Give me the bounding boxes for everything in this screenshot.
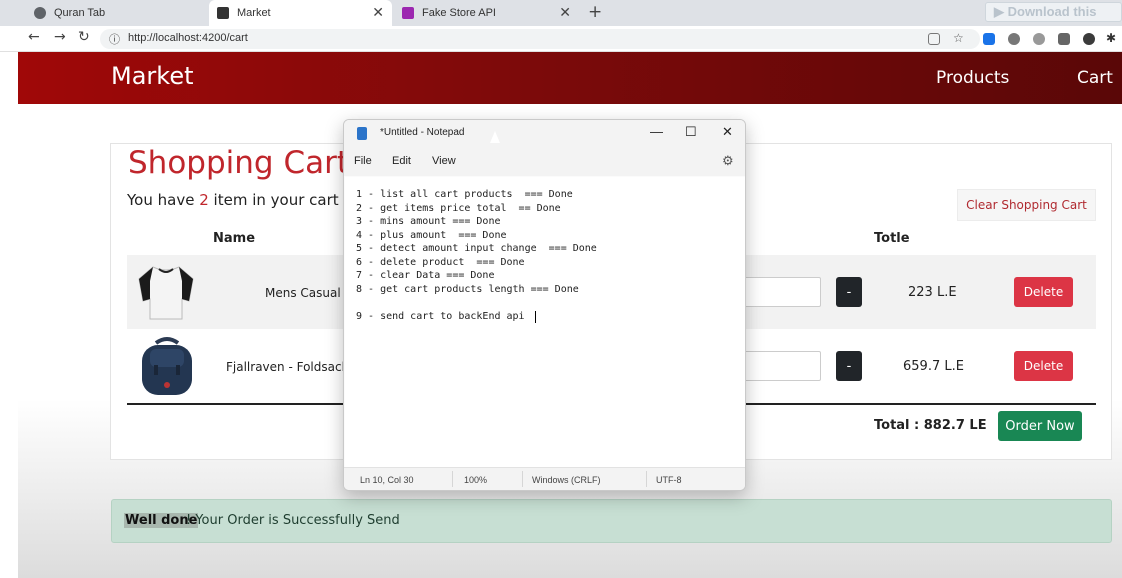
fakestore-icon bbox=[402, 7, 414, 19]
notepad-window[interactable]: *Untitled - Notepad — ☐ ✕ File Edit View… bbox=[343, 119, 746, 491]
bookmark-star-icon[interactable]: ☆ bbox=[953, 31, 965, 45]
tab-title: Fake Store API bbox=[422, 7, 496, 19]
text-line: 4 - plus amount === Done bbox=[356, 230, 507, 241]
window-title: *Untitled - Notepad bbox=[380, 127, 465, 138]
close-icon[interactable]: ✕ bbox=[372, 4, 384, 21]
tab-title: Quran Tab bbox=[54, 7, 106, 19]
text-line: 7 - clear Data === Done bbox=[356, 270, 495, 281]
extension-icon[interactable] bbox=[1033, 33, 1045, 45]
nav-link-products[interactable]: Products bbox=[936, 68, 1009, 88]
summary-prefix: You have bbox=[127, 191, 195, 209]
item-total: 659.7 L.E bbox=[903, 359, 964, 374]
forward-button[interactable]: → bbox=[54, 29, 66, 45]
page-title: Shopping Cart bbox=[128, 145, 349, 181]
maximize-icon[interactable]: ☐ bbox=[685, 124, 697, 140]
clear-cart-button[interactable]: Clear Shopping Cart bbox=[957, 189, 1096, 221]
notepad-text-area[interactable]: 1 - list all cart products === Done 2 - … bbox=[345, 177, 745, 467]
quantity-input[interactable] bbox=[737, 351, 821, 381]
navbar: Market Products Cart bbox=[18, 52, 1122, 104]
globe-icon bbox=[34, 7, 46, 19]
text-line: 3 - mins amount === Done bbox=[356, 216, 501, 227]
delete-button[interactable]: Delete bbox=[1014, 351, 1073, 381]
menu-edit[interactable]: Edit bbox=[392, 155, 411, 167]
text-line: 5 - detect amount input change === Done bbox=[356, 243, 597, 254]
download-extension-button[interactable]: ▶ Download this bbox=[985, 2, 1122, 22]
status-separator bbox=[452, 471, 453, 487]
notepad-icon bbox=[357, 127, 367, 140]
summary-suffix: item in your cart bbox=[213, 191, 339, 209]
cursor-position: Ln 10, Col 30 bbox=[360, 475, 414, 485]
encoding: UTF-8 bbox=[656, 475, 682, 485]
text-line: 6 - delete product === Done bbox=[356, 257, 525, 268]
line-ending: Windows (CRLF) bbox=[532, 475, 601, 485]
text-line: 1 - list all cart products === Done bbox=[356, 189, 573, 200]
product-name: Mens Casual P bbox=[265, 286, 352, 300]
back-button[interactable]: ← bbox=[28, 29, 40, 45]
text-caret bbox=[535, 311, 536, 323]
backpack-icon bbox=[142, 337, 192, 395]
puzzle-icon[interactable]: ✱ bbox=[1106, 31, 1118, 45]
alert-message: ! Your Order is Successfully Send bbox=[186, 513, 400, 528]
url-text[interactable]: http://localhost:4200/cart bbox=[128, 32, 248, 44]
column-header-name: Name bbox=[213, 231, 256, 246]
tab-title: Market bbox=[237, 7, 271, 19]
browser-address-bar: ← → ↻ ⓘ http://localhost:4200/cart ☆ ✱ bbox=[0, 26, 1122, 52]
site-info-icon[interactable]: ⓘ bbox=[109, 31, 120, 47]
menu-view[interactable]: View bbox=[432, 155, 456, 167]
status-separator bbox=[646, 471, 647, 487]
status-separator bbox=[522, 471, 523, 487]
menu-file[interactable]: File bbox=[354, 155, 372, 167]
cart-total: Total : 882.7 LE bbox=[874, 418, 987, 433]
brand-logo[interactable]: Market bbox=[111, 62, 194, 90]
notepad-title-bar[interactable]: *Untitled - Notepad — ☐ ✕ bbox=[344, 120, 745, 148]
zoom-level: 100% bbox=[464, 475, 488, 485]
raglan-shirt-icon bbox=[138, 266, 194, 320]
close-icon[interactable]: ✕ bbox=[559, 4, 571, 21]
text-line: 9 - send cart to backEnd api bbox=[356, 311, 525, 322]
product-name: Fjallraven - Foldsack bbox=[226, 360, 349, 374]
nav-link-cart[interactable]: Cart bbox=[1077, 68, 1113, 88]
text-line: 8 - get cart products length === Done bbox=[356, 284, 579, 295]
minimize-icon[interactable]: — bbox=[650, 124, 663, 139]
item-total: 223 L.E bbox=[908, 285, 957, 300]
column-header-total: Totle bbox=[874, 231, 910, 246]
text-line: 2 - get items price total == Done bbox=[356, 203, 561, 214]
angular-icon bbox=[217, 7, 229, 19]
close-icon[interactable]: ✕ bbox=[722, 124, 733, 140]
cart-count: 2 bbox=[199, 191, 209, 209]
tab-quran[interactable]: Quran Tab bbox=[26, 0, 209, 26]
browser-tab-bar: Quran Tab Market ✕ Fake Store API ✕ + ▶ … bbox=[0, 0, 1122, 26]
mouse-cursor bbox=[490, 131, 500, 143]
tab-fake-store-api[interactable]: Fake Store API ✕ bbox=[394, 0, 579, 26]
delete-button[interactable]: Delete bbox=[1014, 277, 1073, 307]
decrease-quantity-button[interactable]: - bbox=[836, 277, 862, 307]
extension-icon[interactable] bbox=[983, 33, 995, 45]
cart-summary: You have 2 item in your cart bbox=[127, 191, 339, 209]
gear-icon[interactable]: ⚙ bbox=[722, 153, 734, 169]
tab-market[interactable]: Market ✕ bbox=[209, 0, 392, 26]
reload-button[interactable]: ↻ bbox=[78, 29, 90, 45]
share-icon[interactable] bbox=[928, 33, 940, 45]
order-now-button[interactable]: Order Now bbox=[998, 411, 1082, 441]
new-tab-button[interactable]: + bbox=[588, 2, 602, 22]
shield-icon[interactable] bbox=[1008, 33, 1020, 45]
extension-icon[interactable] bbox=[1058, 33, 1070, 45]
quantity-input[interactable] bbox=[737, 277, 821, 307]
decrease-quantity-button[interactable]: - bbox=[836, 351, 862, 381]
profile-icon[interactable] bbox=[1083, 33, 1095, 45]
